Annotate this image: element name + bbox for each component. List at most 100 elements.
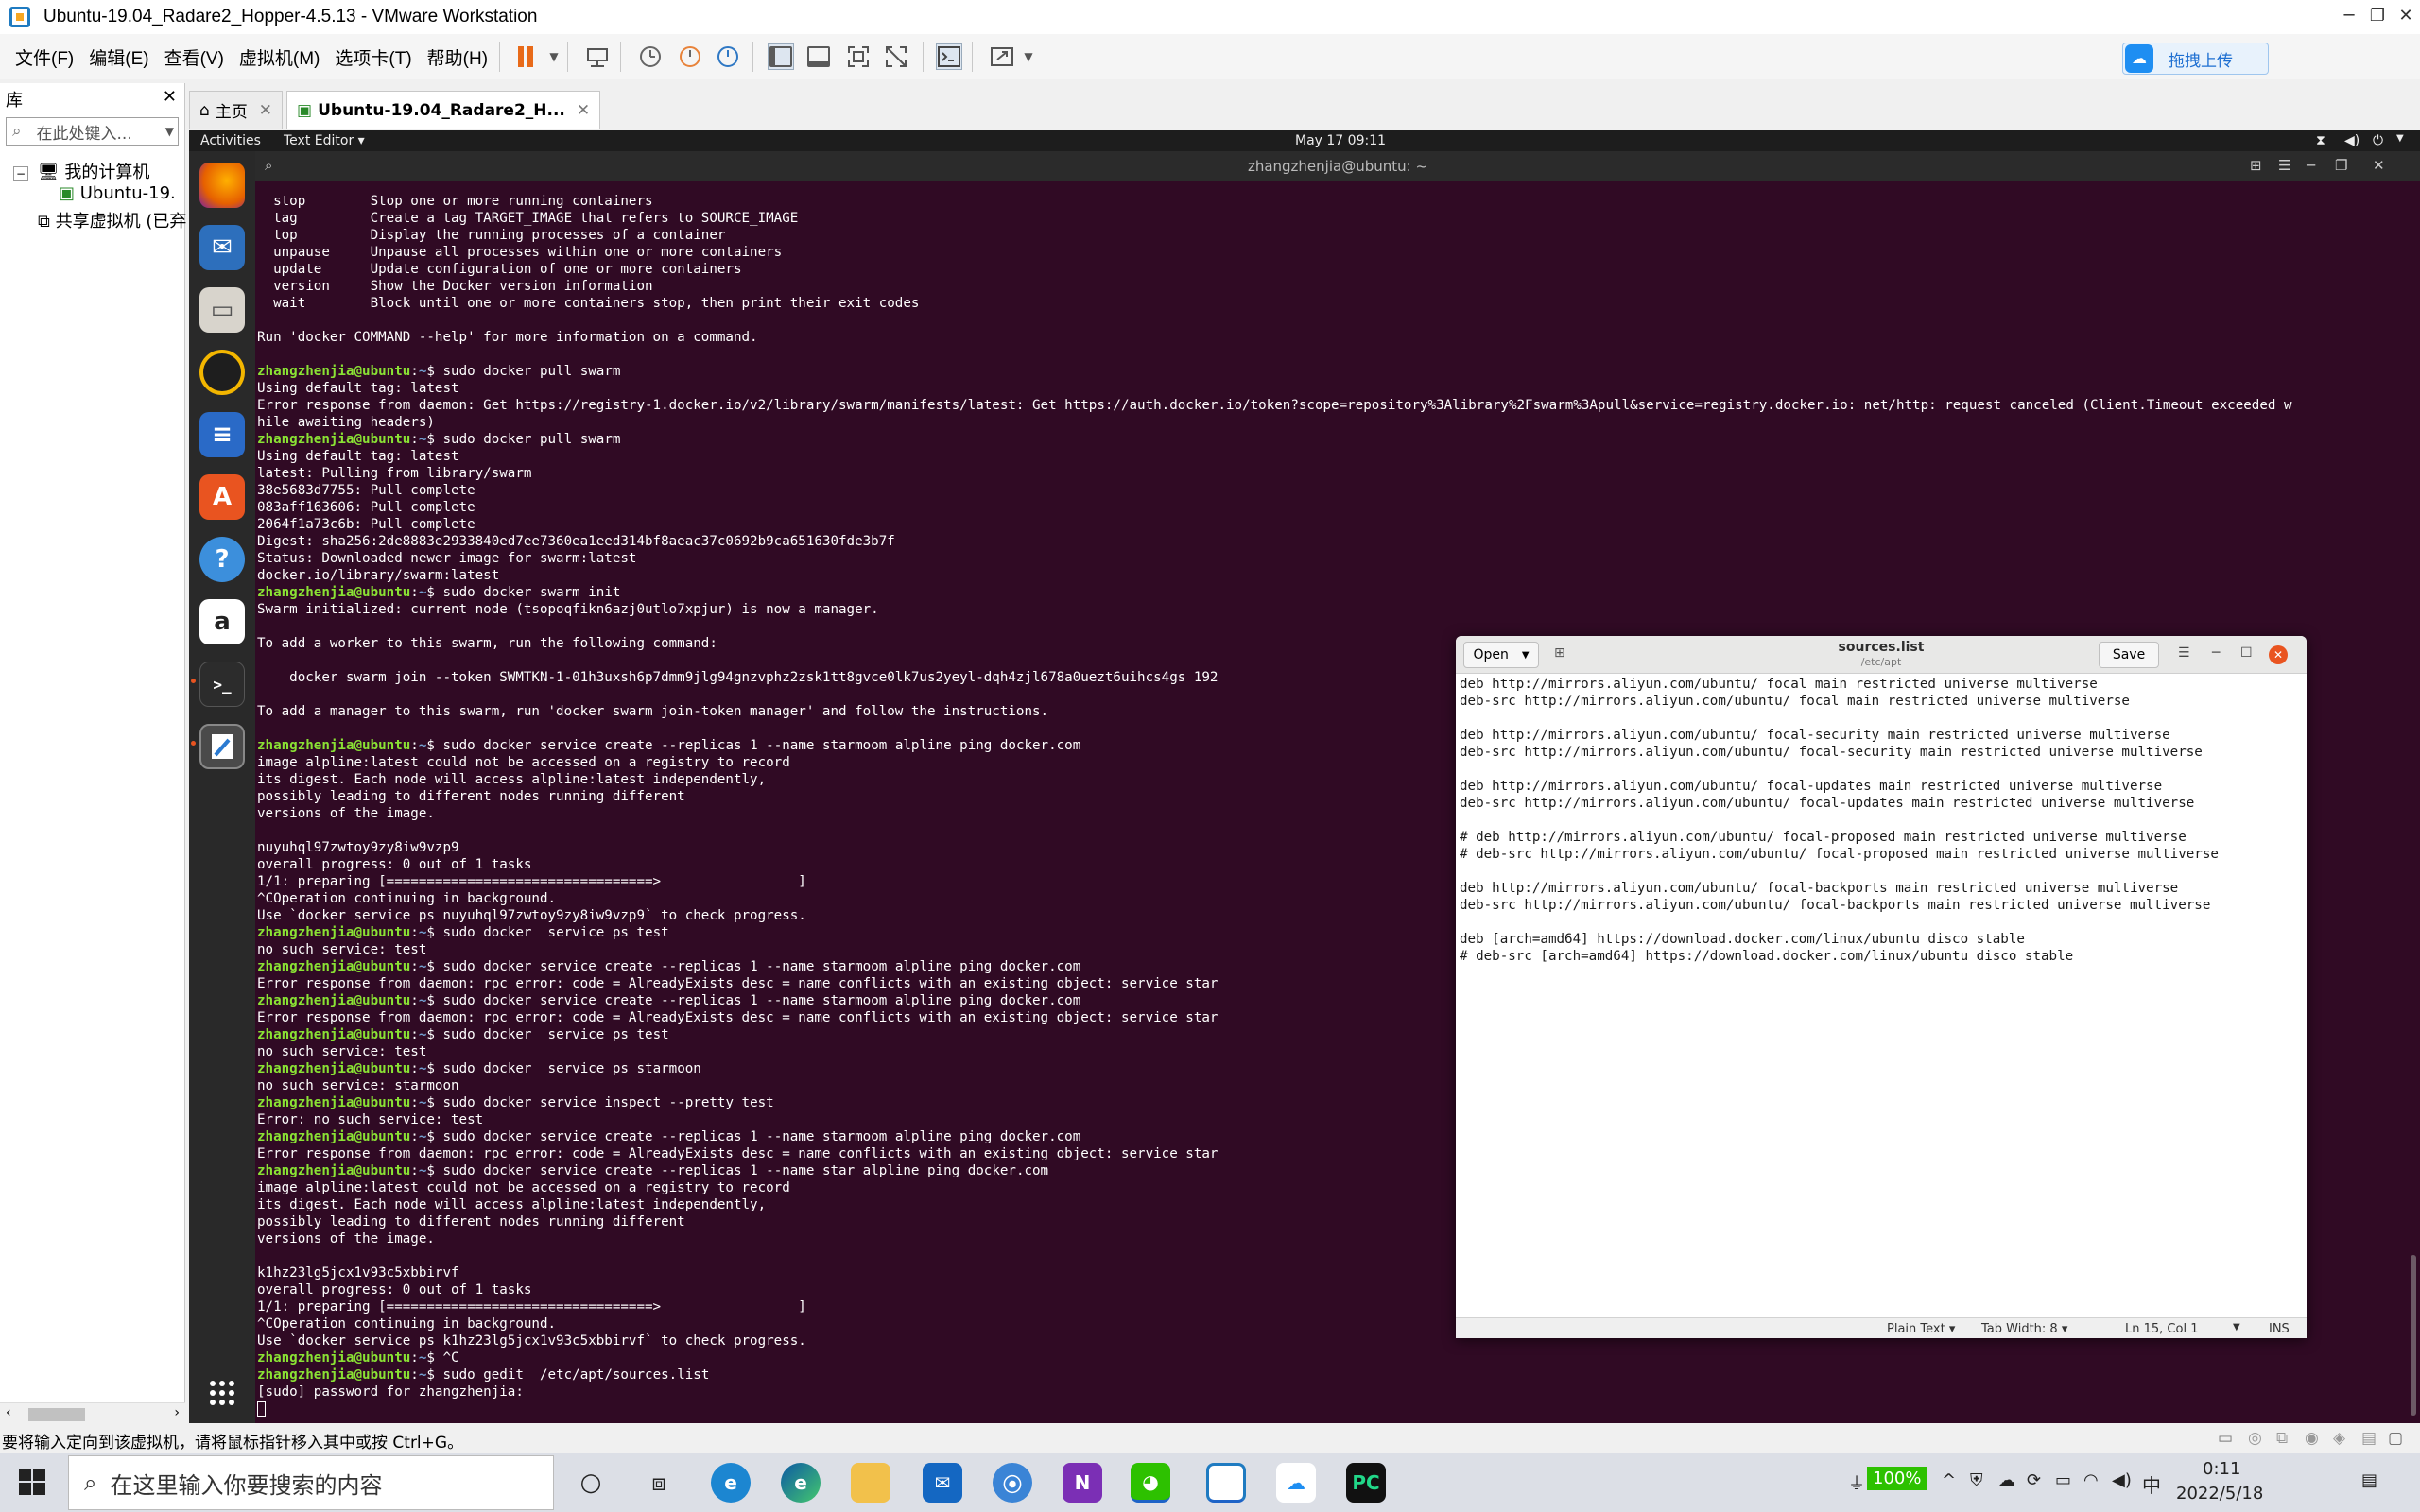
files-icon[interactable]: ▭ [199,287,245,333]
help-icon[interactable]: ? [199,537,245,582]
chevron-down-icon[interactable]: ▼ [165,125,174,138]
windows-start-icon[interactable] [19,1469,45,1499]
edge-browser-icon[interactable]: e [781,1463,821,1503]
display-icon[interactable]: ▢ [2388,1429,2403,1448]
chevron-down-icon[interactable]: ▼ [1015,43,1042,70]
firefox-icon[interactable] [199,163,245,208]
restore-icon[interactable]: ❐ [2363,0,2392,34]
close-icon[interactable]: ✕ [163,87,177,107]
menu-tabs[interactable]: 选项卡(T) [327,44,419,70]
close-icon[interactable]: ✕ [2392,0,2420,34]
new-tab-icon[interactable]: ⊞ [2250,157,2262,174]
chevron-down-icon[interactable]: ▼ [2396,133,2404,144]
thunderbird-icon[interactable]: ✉ [199,225,245,270]
editor-text-area[interactable]: deb http://mirrors.aliyun.com/ubuntu/ fo… [1460,676,2303,965]
menu-view[interactable]: 查看(V) [157,44,232,70]
chevron-down-icon[interactable]: ▼ [2233,1322,2240,1332]
scrollbar-thumb[interactable] [28,1408,85,1421]
revert-snapshot-icon[interactable] [677,43,703,70]
cortana-icon[interactable]: ○ [571,1463,611,1503]
usb-icon[interactable]: ◉ [2305,1429,2319,1448]
tab-width-selector[interactable]: Tab Width: 8 ▾ [1981,1322,2067,1336]
hdd-icon[interactable]: ▭ [2218,1429,2233,1448]
terminal-scrollbar[interactable] [2411,1255,2416,1416]
tree-item-shared-vms[interactable]: ⧉ 共享虚拟机 (已弃 [38,208,186,232]
ie-browser-icon[interactable]: e [711,1463,751,1503]
hamburger-menu-icon[interactable]: ☰ [2178,645,2190,661]
vm-screen[interactable]: Activities Text Editor ▾ May 17 09:11 ⧗ … [189,130,2420,1423]
network-icon[interactable]: ⧗ [2316,133,2325,148]
wechat-icon[interactable]: ◕ [1131,1463,1170,1503]
baidu-netdisk-icon[interactable]: ☁ [1276,1463,1316,1503]
cd-icon[interactable]: ◎ [2248,1429,2262,1448]
power-plug-icon[interactable]: ⏚ [1848,1470,1865,1495]
console-view-icon[interactable] [936,43,962,70]
pause-icon[interactable] [512,43,539,70]
gedit-window[interactable]: Open ▼ ⊞ sources.list /etc/apt Save ☰ ─ … [1456,636,2307,1338]
battery-percent[interactable]: 100% [1867,1467,1927,1490]
sound-icon[interactable]: ◈ [2333,1429,2345,1448]
snapshot-manager-icon[interactable] [715,43,741,70]
close-icon[interactable]: ✕ [2373,157,2385,174]
rhythmbox-icon[interactable] [199,350,245,395]
text-editor-icon[interactable] [199,724,245,769]
snapshot-icon[interactable] [637,43,664,70]
battery-icon[interactable]: ▭ [2055,1470,2071,1490]
chevron-down-icon[interactable]: ▼ [541,43,567,70]
save-button[interactable]: Save [2099,642,2159,668]
close-icon[interactable]: ✕ [577,101,590,120]
activities-button[interactable]: Activities [200,133,261,148]
update-icon[interactable]: ⟳ [2027,1470,2041,1490]
language-selector[interactable]: Plain Text ▾ [1887,1322,1955,1336]
library-search-input[interactable]: ⌕ 在此处键入... ▼ [6,117,179,146]
task-view-icon[interactable]: ⧈ [639,1463,679,1503]
network-app-icon[interactable]: ⦿ [993,1463,1032,1503]
libreoffice-writer-icon[interactable]: ≡ [199,412,245,457]
taskbar-search-input[interactable]: ⌕ 在这里输入你要搜索的内容 [68,1455,554,1510]
close-icon[interactable]: ✕ [2269,645,2288,664]
show-applications-icon[interactable] [199,1370,245,1416]
horizontal-scrollbar[interactable]: ‹ › [0,1402,185,1425]
minimize-icon[interactable]: ─ [2307,157,2315,174]
terminal-icon[interactable]: >_ [199,662,245,707]
tree-item-ubuntu-vm[interactable]: ▣ Ubuntu-19. [59,183,176,203]
taskbar-date[interactable]: 2022/5/18 [2176,1484,2263,1503]
thumbnail-view-icon[interactable] [805,43,832,70]
maximize-icon[interactable]: ☐ [2240,645,2253,661]
menu-file[interactable]: 文件(F) [8,44,81,70]
hamburger-menu-icon[interactable]: ☰ [2278,157,2290,174]
send-keys-icon[interactable] [584,43,611,70]
scroll-right-icon[interactable]: › [174,1405,180,1420]
network-adapter-icon[interactable]: ⧉ [2276,1429,2288,1448]
tree-item-my-computer[interactable]: − 🖥 我的计算机 [13,159,149,183]
cursor-position[interactable]: Ln 15, Col 1 [2125,1322,2198,1336]
wifi-icon[interactable]: ◠ [2083,1470,2099,1490]
close-icon[interactable]: ✕ [259,101,272,120]
minimize-icon[interactable]: ─ [2335,0,2363,34]
sidebar-view-icon[interactable] [768,43,794,70]
volume-icon[interactable]: ◀) [2344,133,2360,148]
menu-help[interactable]: 帮助(H) [420,44,495,70]
power-icon[interactable]: ⏻ [2373,133,2383,148]
menu-vm[interactable]: 虚拟机(M) [232,44,327,70]
taskbar-time[interactable]: 0:11 [2203,1459,2240,1479]
show-hidden-icons[interactable]: ^ [1942,1470,1956,1490]
pycharm-icon[interactable]: PC [1346,1463,1386,1503]
notification-icon[interactable]: ▤ [2361,1470,2377,1490]
collapse-icon[interactable]: − [13,166,29,181]
restore-icon[interactable]: ❐ [2335,157,2347,174]
unity-icon[interactable] [883,43,909,70]
file-explorer-icon[interactable] [851,1463,890,1503]
app-menu[interactable]: Text Editor ▾ [284,133,365,148]
mail-icon[interactable]: ✉ [923,1463,962,1503]
input-method[interactable]: 中 [2142,1470,2161,1498]
fullscreen-icon[interactable] [845,43,872,70]
onedrive-icon[interactable]: ☁ [1998,1470,2015,1490]
printer-icon[interactable]: ▤ [2361,1429,2377,1448]
stretch-icon[interactable] [989,43,1015,70]
vmware-taskbar-icon[interactable] [1206,1463,1246,1503]
speaker-icon[interactable]: ◀) [2112,1470,2132,1490]
menu-edit[interactable]: 编辑(E) [81,44,156,70]
onenote-icon[interactable]: N [1063,1463,1102,1503]
tab-ubuntu-vm[interactable]: ▣ Ubuntu-19.04_Radare2_H... ✕ [286,91,601,129]
